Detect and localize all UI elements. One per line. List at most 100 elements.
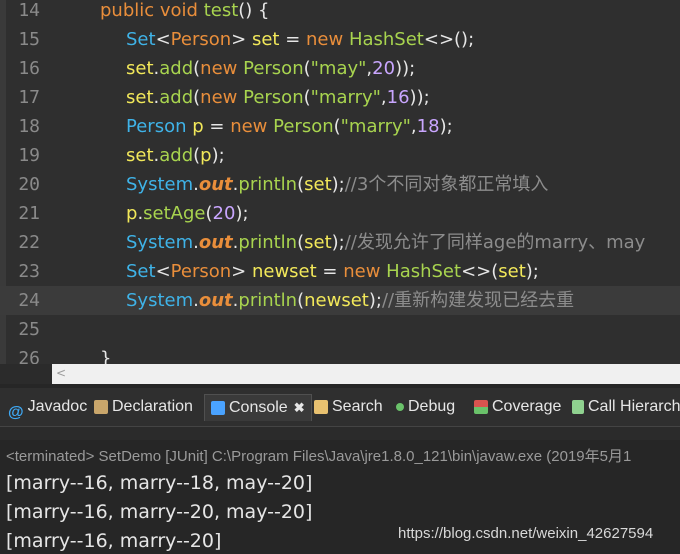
code-line[interactable]: 14 public void test() { (0, 0, 680, 25)
code-token: <>( (461, 261, 499, 282)
code-token: 16 (386, 87, 410, 108)
code-line[interactable]: 26} (0, 344, 680, 364)
code-token: add (159, 58, 194, 79)
code-token: set (304, 174, 332, 195)
code-token: newset (304, 290, 369, 311)
tab-declaration[interactable]: Declaration (94, 394, 193, 420)
code-token: = (316, 261, 344, 282)
code-token: new (200, 58, 244, 79)
coverage-icon (474, 399, 488, 414)
code-token: )); (409, 87, 430, 108)
code-token: Person (126, 116, 193, 137)
at-icon: @ (8, 403, 24, 421)
code-line[interactable]: 15 Set<Person> set = new HashSet<>(); (0, 25, 680, 54)
tab-console[interactable]: Console ✖ (204, 394, 312, 421)
code-token: > (231, 29, 252, 50)
code-token: ( (333, 116, 341, 137)
call-hierarchy-icon (572, 399, 584, 414)
code-token: Person (170, 29, 232, 50)
code-token: Set (126, 261, 156, 282)
code-text: } (100, 344, 111, 364)
code-token: <>(); (423, 29, 475, 50)
line-number: 20 (18, 174, 40, 195)
code-text: System.out.println(set);//3个不同对象都正常填入 (126, 170, 548, 199)
code-token: test (203, 0, 239, 21)
line-number: 22 (18, 232, 40, 253)
code-editor[interactable]: 14 public void test() {15 Set<Person> set … (0, 0, 680, 364)
code-token: ); (439, 116, 453, 137)
code-token: new (343, 261, 387, 282)
tab-call-hierarchy[interactable]: Call Hierarch (572, 394, 680, 420)
code-token: "marry" (340, 116, 411, 137)
code-token: Person (243, 58, 304, 79)
code-token: //3个不同对象都正常填入 (344, 174, 549, 195)
tab-coverage[interactable]: Coverage (474, 394, 561, 420)
code-token: < (155, 29, 171, 50)
code-token: ( (205, 203, 213, 224)
code-token: set (304, 232, 332, 253)
code-line[interactable]: 17 set.add(new Person("marry",16)); (0, 83, 680, 112)
bottom-view-tabs: @ Javadoc Declaration Console ✖ Search Deb… (0, 388, 680, 427)
code-token: setAge (143, 203, 206, 224)
tab-search[interactable]: Search (314, 394, 383, 420)
code-line[interactable]: 25 (0, 315, 680, 344)
code-token: //重新构建发现已经去重 (381, 290, 575, 311)
code-token: out (198, 174, 233, 195)
line-number: 25 (18, 319, 40, 340)
code-token: System (126, 174, 194, 195)
code-token: set (126, 145, 154, 166)
code-token: HashSet (386, 261, 462, 282)
code-token: "may" (310, 58, 367, 79)
code-line[interactable]: 16 set.add(new Person("may",20)); (0, 54, 680, 83)
tab-javadoc[interactable]: @ Javadoc (8, 394, 87, 421)
line-number: 24 (18, 290, 40, 311)
code-token: set (251, 29, 280, 50)
code-token: HashSet (348, 29, 424, 50)
code-text: set.add(new Person("marry",16)); (126, 83, 430, 112)
code-token: ); (368, 290, 382, 311)
line-number: 16 (18, 58, 40, 79)
code-line[interactable]: 20 System.out.println(set);//3个不同对象都正常填入 (0, 170, 680, 199)
code-token: 18 (416, 116, 440, 137)
horizontal-scrollbar[interactable]: < (52, 364, 680, 384)
code-line[interactable]: 24 System.out.println(newset);//重新构建发现已经去… (0, 286, 680, 315)
code-token: out (198, 232, 233, 253)
debug-icon (396, 402, 404, 411)
terminated-status: <terminated> SetDemo [JUnit] C:\Program … (6, 448, 632, 465)
code-text: p.setAge(20); (126, 199, 249, 228)
code-line[interactable]: 21 p.setAge(20); (0, 199, 680, 228)
code-line[interactable]: 18 Person p = new Person("marry",18); (0, 112, 680, 141)
code-token: out (198, 290, 233, 311)
code-token: p (126, 203, 138, 224)
line-number: 14 (18, 0, 40, 21)
code-token: 20 (212, 203, 236, 224)
declaration-icon (94, 399, 108, 414)
code-token: ); (211, 145, 225, 166)
console-line: [marry--16, marry--20] (6, 530, 222, 552)
search-icon (314, 399, 328, 414)
code-token: < (155, 261, 171, 282)
line-number: 23 (18, 261, 40, 282)
code-token: add (159, 145, 194, 166)
line-number: 18 (18, 116, 40, 137)
code-token: new (306, 29, 349, 50)
code-token: ( (303, 87, 311, 108)
code-token: ); (525, 261, 539, 282)
scroll-left-icon[interactable]: < (56, 366, 66, 380)
tab-debug[interactable]: Debug (396, 394, 455, 420)
code-line[interactable]: 22 System.out.println(set);//发现允许了同样age的m… (0, 228, 680, 257)
close-icon[interactable]: ✖ (294, 400, 305, 415)
code-token: public void (100, 0, 204, 21)
code-line[interactable]: 23 Set<Person> newset = new HashSet<>(set… (0, 257, 680, 286)
code-token: println (238, 232, 298, 253)
code-token: Person (243, 87, 304, 108)
code-token: ); (331, 232, 345, 253)
code-token: ); (331, 174, 345, 195)
code-line[interactable]: 19 set.add(p); (0, 141, 680, 170)
code-token: set (126, 87, 154, 108)
code-token: "marry" (310, 87, 381, 108)
code-text: set.add(p); (126, 141, 225, 170)
console-line: [marry--16, marry--18, may--20] (6, 472, 313, 494)
code-token: 20 (372, 58, 396, 79)
code-token: //发现允许了同样age的marry、may (344, 232, 646, 253)
